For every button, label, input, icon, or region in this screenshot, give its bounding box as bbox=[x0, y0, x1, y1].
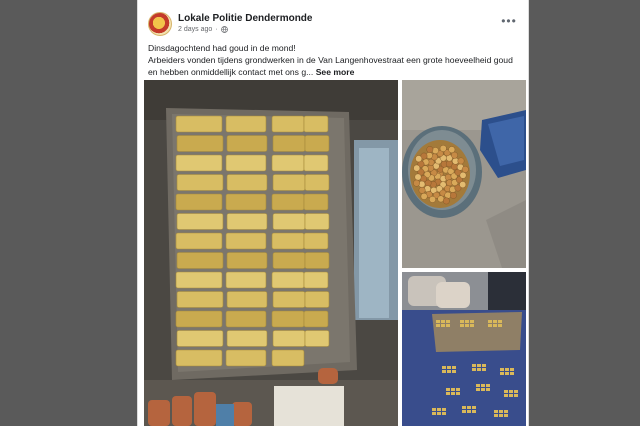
post-text-line-3: en hebben onmiddellijk contact met ons g… bbox=[148, 66, 523, 78]
page-name-link[interactable]: Lokale Politie Dendermonde bbox=[178, 13, 312, 24]
more-options-button[interactable]: ••• bbox=[500, 14, 518, 28]
more-horizontal-icon: ••• bbox=[501, 14, 517, 28]
see-more-link[interactable]: See more bbox=[316, 67, 355, 77]
post-card: Lokale Politie Dendermonde 2 days ago · … bbox=[138, 0, 528, 426]
post-text-line-3-body: en hebben onmiddellijk contact met ons g… bbox=[148, 67, 314, 77]
post-media-grid bbox=[141, 80, 526, 426]
gold-table-photo[interactable] bbox=[402, 272, 526, 426]
page-avatar[interactable] bbox=[148, 12, 172, 36]
coin-bowl-photo[interactable] bbox=[402, 80, 526, 268]
globe-icon bbox=[220, 26, 228, 33]
post-timestamp[interactable]: 2 days ago bbox=[178, 26, 212, 33]
separator-dot: · bbox=[215, 26, 218, 33]
gold-bars-photo[interactable] bbox=[144, 80, 398, 426]
post-meta: 2 days ago · bbox=[178, 26, 228, 33]
post-header: Lokale Politie Dendermonde 2 days ago · … bbox=[138, 0, 528, 40]
post-text-line-2: Arbeiders vonden tijdens grondwerken in … bbox=[148, 55, 513, 65]
post-text-line-1: Dinsdagochtend had goud in de mond! bbox=[148, 43, 296, 53]
post-text: Dinsdagochtend had goud in de mond! Arbe… bbox=[148, 42, 523, 78]
